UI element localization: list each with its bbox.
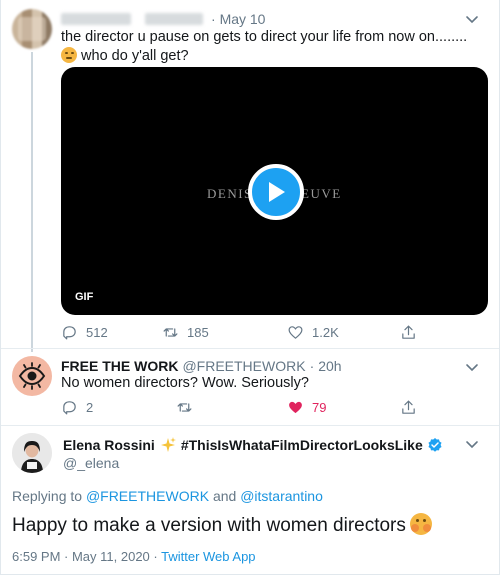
gif-badge: GIF xyxy=(75,291,94,303)
tweet-timestamp: 6:59 PM · May 11, 2020 · Twitter Web App xyxy=(12,549,256,564)
like-button[interactable]: 1.2K xyxy=(287,324,339,341)
like-count: 1.2K xyxy=(312,325,339,340)
share-button[interactable] xyxy=(400,324,417,341)
chevron-down-icon[interactable] xyxy=(465,437,479,451)
display-name[interactable]: FREE THE WORK xyxy=(61,358,178,374)
display-name[interactable]: Elena Rossini xyxy=(63,437,155,453)
like-count: 79 xyxy=(312,400,327,415)
timestamp-link[interactable]: 6:59 PM · May 11, 2020 · xyxy=(12,549,158,564)
sparkles-emoji xyxy=(160,437,176,452)
share-button[interactable] xyxy=(400,399,417,416)
tweet-divider xyxy=(1,348,499,349)
tweet-text: Happy to make a version with women direc… xyxy=(12,513,432,537)
retweet-count: 185 xyxy=(187,325,209,340)
mention-link[interactable]: @itstarantino xyxy=(240,488,323,504)
user-handle[interactable]: @_elena xyxy=(63,455,119,471)
tweet-header: · May 10 xyxy=(61,10,265,28)
user-handle[interactable]: @FREETHEWORK xyxy=(182,358,305,374)
chevron-down-icon[interactable] xyxy=(465,12,479,26)
tweet-divider xyxy=(1,425,499,426)
dot-separator: · xyxy=(309,358,315,374)
tweet-actions: 2 79 xyxy=(61,399,488,419)
name-hashtag: #ThisIsWhataFilmDirectorLooksLike xyxy=(180,437,423,453)
replying-to: Replying to @FREETHEWORK and @itstaranti… xyxy=(12,488,323,504)
heart-icon xyxy=(288,326,303,339)
tweet-text: the director u pause on gets to direct y… xyxy=(61,29,468,64)
hugging-face-emoji xyxy=(409,513,432,535)
play-button[interactable] xyxy=(248,164,304,220)
share-icon xyxy=(402,325,415,339)
tweet-actions: 512 185 1.2K xyxy=(61,324,488,344)
elena-rossini-avatar[interactable] xyxy=(12,433,52,473)
dot-separator: · xyxy=(211,11,220,27)
tweet-time[interactable]: 20h xyxy=(318,358,341,374)
verified-badge-icon xyxy=(428,438,442,452)
retweet-icon xyxy=(163,328,178,337)
blurred-avatar[interactable] xyxy=(12,9,52,49)
share-icon xyxy=(402,400,415,414)
face-with-hand-over-mouth-emoji xyxy=(61,47,77,63)
retweet-icon xyxy=(177,403,192,412)
reply-button[interactable]: 2 xyxy=(61,399,93,416)
tweet-thread: · May 10 the director u pause on gets to… xyxy=(0,0,500,575)
retweet-button[interactable] xyxy=(176,399,193,416)
reply-count: 512 xyxy=(86,325,108,340)
blurred-display-name[interactable] xyxy=(61,13,131,25)
retweet-button[interactable]: 185 xyxy=(162,324,209,341)
heart-filled-icon xyxy=(289,401,302,414)
reply-count: 2 xyxy=(86,400,94,415)
tweet-date[interactable]: May 10 xyxy=(220,11,266,27)
tweet-header: FREE THE WORK @FREETHEWORK · 20h xyxy=(61,358,342,374)
play-icon xyxy=(269,182,285,202)
mention-link[interactable]: @FREETHEWORK xyxy=(86,488,209,504)
blurred-handle[interactable] xyxy=(145,13,203,25)
like-button[interactable]: 79 xyxy=(287,399,326,416)
display-name-row: Elena Rossini #ThisIsWhataFilmDirectorLo… xyxy=(63,436,443,454)
source-link[interactable]: Twitter Web App xyxy=(161,549,255,564)
thread-connector-line xyxy=(31,52,33,352)
eye-logo-icon xyxy=(18,362,46,390)
reply-button[interactable]: 512 xyxy=(61,324,108,341)
chevron-down-icon[interactable] xyxy=(465,360,479,374)
profile-photo xyxy=(12,433,52,473)
reply-icon xyxy=(63,401,76,415)
reply-icon xyxy=(63,326,76,340)
tweet-text: No women directors? Wow. Seriously? xyxy=(61,375,309,391)
free-the-work-avatar[interactable] xyxy=(12,356,52,396)
